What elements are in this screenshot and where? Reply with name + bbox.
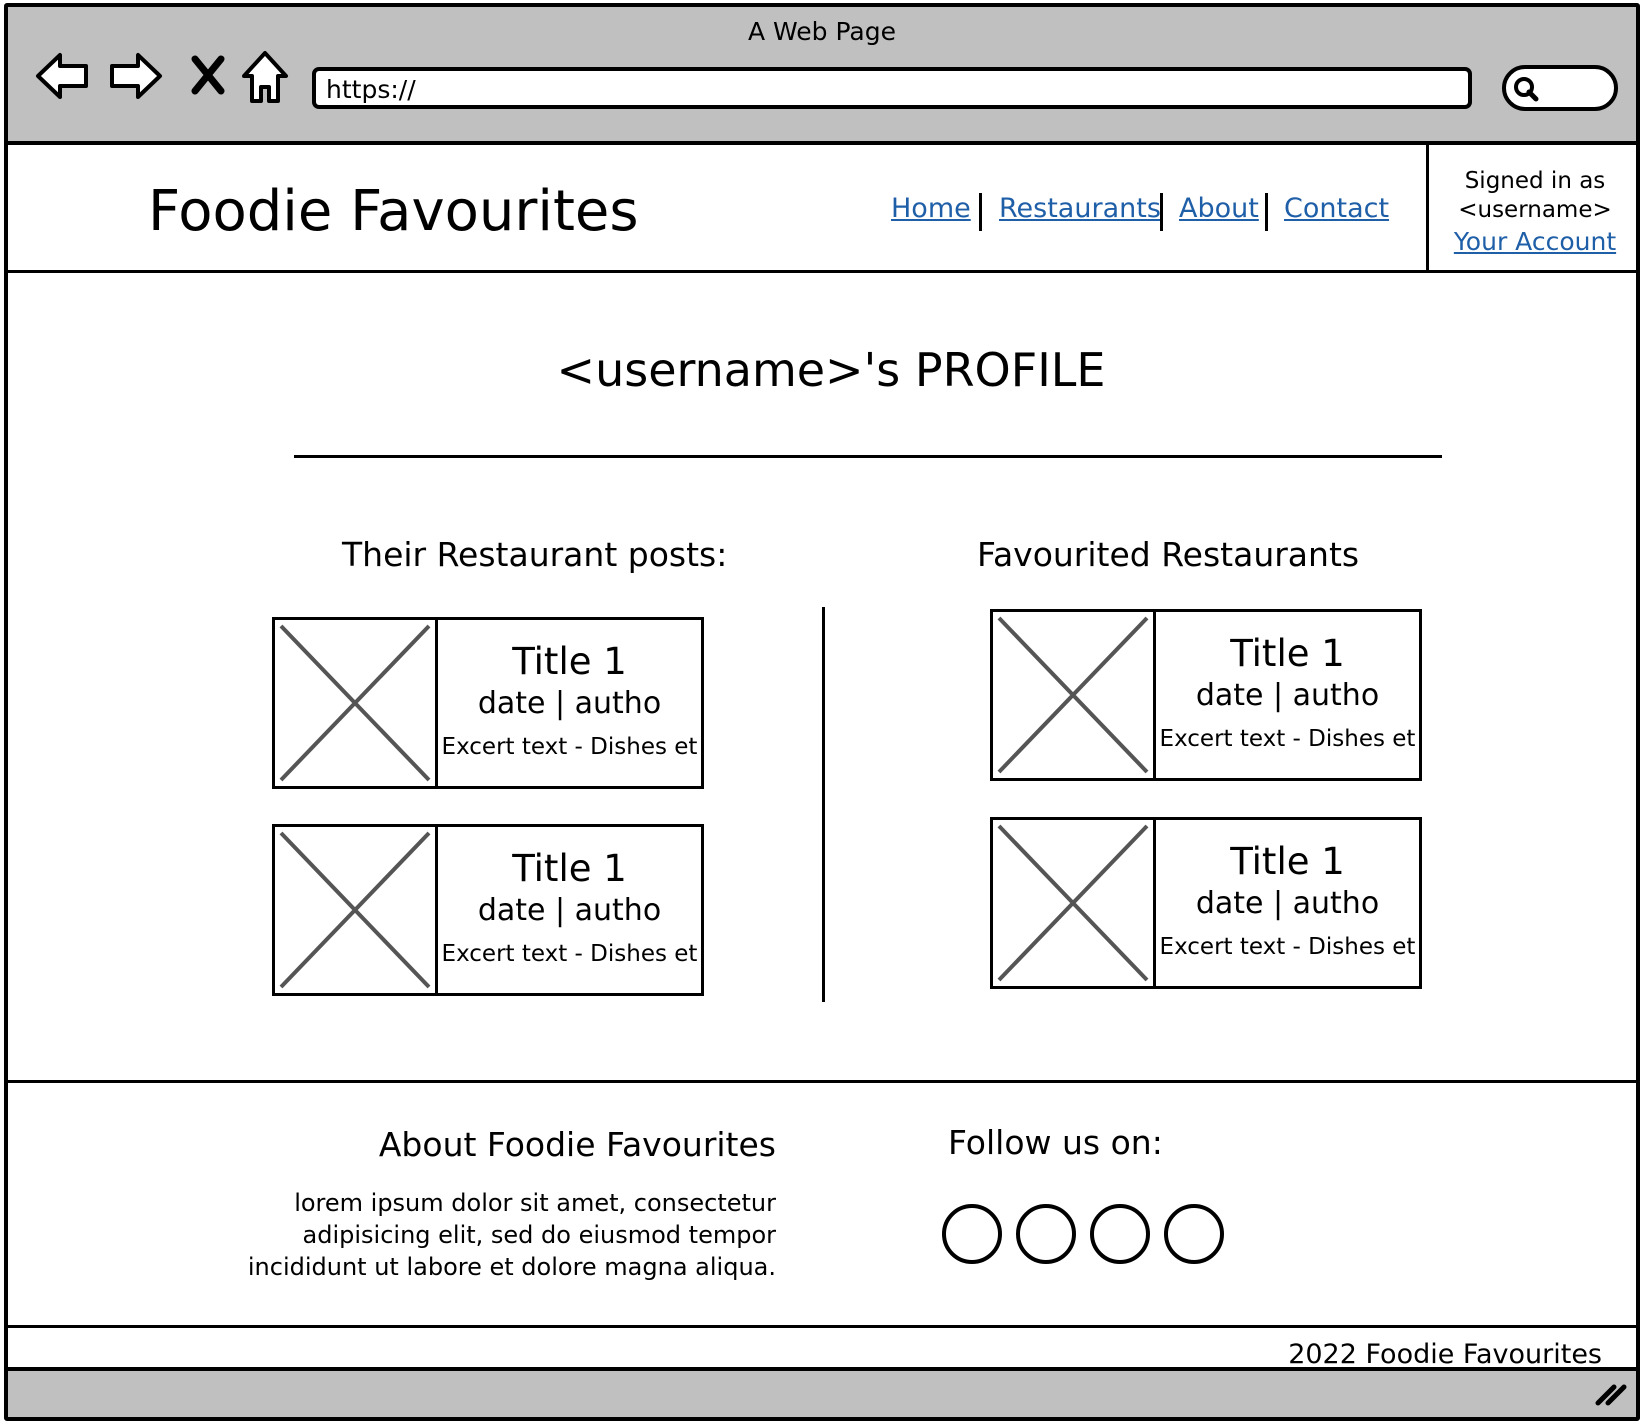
card-excerpt: Excert text - Dishes et bbox=[441, 941, 698, 967]
post-card[interactable]: Title 1 date | autho Excert text - Dishe… bbox=[272, 824, 704, 996]
about-text-line: incididunt ut labore et dolore magna ali… bbox=[247, 1253, 776, 1281]
favourite-card[interactable]: Title 1 date | autho Excert text - Dishe… bbox=[990, 609, 1422, 781]
card-title: Title 1 bbox=[1230, 632, 1345, 675]
social-icon-3[interactable] bbox=[1090, 1204, 1150, 1264]
nav-separator bbox=[979, 193, 982, 231]
header-divider bbox=[8, 270, 1636, 273]
site-title[interactable]: Foodie Favourites bbox=[148, 179, 639, 244]
card-title: Title 1 bbox=[512, 847, 627, 890]
about-text: lorem ipsum dolor sit amet, consectetur … bbox=[208, 1187, 776, 1283]
nav-home-link[interactable]: Home bbox=[891, 193, 971, 224]
card-title: Title 1 bbox=[1230, 840, 1345, 883]
search-icon bbox=[1512, 75, 1540, 107]
posts-heading: Their Restaurant posts: bbox=[342, 535, 728, 574]
image-placeholder-icon bbox=[993, 612, 1156, 778]
copyright-divider bbox=[8, 1325, 1636, 1328]
nav-about-link[interactable]: About bbox=[1179, 193, 1259, 224]
nav-restaurants-link[interactable]: Restaurants bbox=[999, 193, 1161, 224]
social-icon-4[interactable] bbox=[1164, 1204, 1224, 1264]
image-placeholder-icon bbox=[275, 620, 438, 786]
browser-statusbar bbox=[8, 1367, 1636, 1417]
signed-in-status: Signed in as <username> bbox=[1440, 167, 1630, 225]
window-title: A Web Page bbox=[747, 17, 897, 46]
title-divider bbox=[294, 455, 1442, 458]
about-text-line: adipisicing elit, sed do eiusmod tempor bbox=[302, 1221, 776, 1249]
social-icon-1[interactable] bbox=[942, 1204, 1002, 1264]
post-card[interactable]: Title 1 date | autho Excert text - Dishe… bbox=[272, 617, 704, 789]
browser-titlebar: A Web Page https:// bbox=[8, 7, 1636, 145]
about-text-line: lorem ipsum dolor sit amet, consectetur bbox=[294, 1189, 776, 1217]
profile-title: <username>'s PROFILE bbox=[556, 343, 1106, 397]
signed-in-label: Signed in as bbox=[1464, 168, 1606, 194]
browser-search-field[interactable] bbox=[1502, 65, 1618, 111]
social-icon-2[interactable] bbox=[1016, 1204, 1076, 1264]
favourite-card[interactable]: Title 1 date | autho Excert text - Dishe… bbox=[990, 817, 1422, 989]
nav-separator bbox=[1265, 193, 1268, 231]
url-bar[interactable]: https:// bbox=[312, 67, 1472, 109]
column-divider bbox=[822, 607, 825, 1002]
signed-in-username: <username> bbox=[1458, 197, 1612, 223]
url-text: https:// bbox=[326, 75, 416, 104]
home-icon[interactable] bbox=[240, 49, 290, 109]
image-placeholder-icon bbox=[275, 827, 438, 993]
card-excerpt: Excert text - Dishes et bbox=[1159, 726, 1416, 752]
forward-arrow-icon[interactable] bbox=[106, 49, 164, 107]
account-divider bbox=[1426, 141, 1429, 271]
copyright-text: 2022 Foodie Favourites bbox=[1288, 1339, 1602, 1370]
nav-contact-link[interactable]: Contact bbox=[1284, 193, 1389, 224]
card-meta: date | autho bbox=[1195, 886, 1380, 921]
card-excerpt: Excert text - Dishes et bbox=[1159, 934, 1416, 960]
footer-divider bbox=[8, 1080, 1636, 1083]
follow-heading: Follow us on: bbox=[948, 1123, 1163, 1162]
browser-window: A Web Page https:// Foodie Favourites Ho… bbox=[4, 3, 1640, 1421]
your-account-link[interactable]: Your Account bbox=[1440, 227, 1630, 256]
card-meta: date | autho bbox=[477, 686, 662, 721]
favourites-heading: Favourited Restaurants bbox=[977, 535, 1360, 574]
back-arrow-icon[interactable] bbox=[34, 49, 92, 107]
card-meta: date | autho bbox=[1195, 678, 1380, 713]
close-x-icon[interactable] bbox=[190, 55, 226, 99]
nav-separator bbox=[1160, 193, 1163, 231]
card-title: Title 1 bbox=[512, 640, 627, 683]
card-meta: date | autho bbox=[477, 893, 662, 928]
image-placeholder-icon bbox=[993, 820, 1156, 986]
resize-grip-icon[interactable] bbox=[1594, 1379, 1628, 1411]
card-excerpt: Excert text - Dishes et bbox=[441, 734, 698, 760]
about-heading: About Foodie Favourites bbox=[378, 1125, 776, 1164]
